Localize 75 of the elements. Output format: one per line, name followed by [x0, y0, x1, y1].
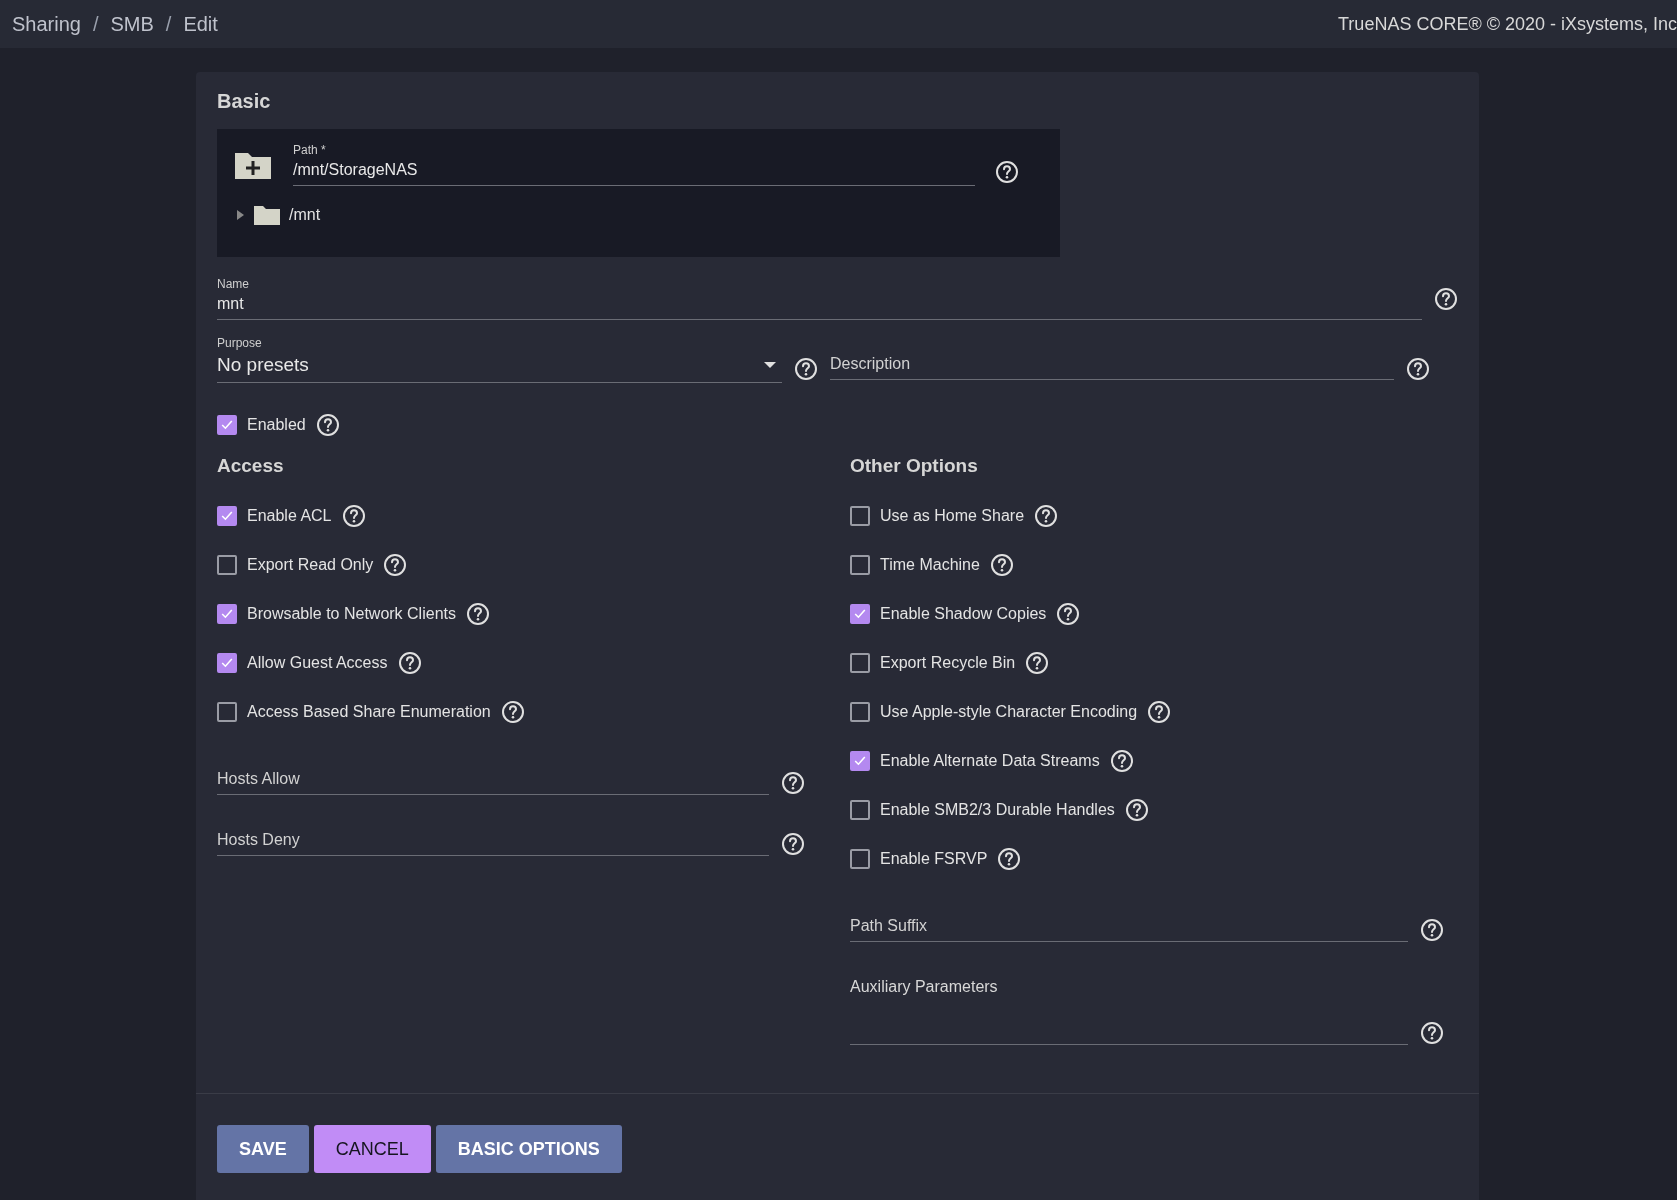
section-title: Access — [217, 455, 285, 477]
help-icon[interactable] — [1420, 917, 1444, 942]
form-button[interactable]: SAVE — [217, 1125, 309, 1173]
help-icon[interactable] — [1124, 797, 1149, 822]
help-icon[interactable] — [500, 699, 525, 724]
help-icon[interactable] — [1434, 286, 1458, 311]
checkbox[interactable] — [217, 701, 237, 722]
checkbox[interactable] — [217, 415, 237, 435]
field-label: Purpose — [217, 336, 263, 350]
checkbox[interactable] — [850, 554, 870, 575]
breadcrumb-separator: / — [92, 12, 99, 36]
field-label: Path * — [293, 143, 327, 157]
help-icon[interactable] — [794, 356, 818, 381]
help-icon[interactable] — [781, 831, 805, 856]
checkbox[interactable] — [217, 554, 237, 575]
help-icon[interactable] — [997, 846, 1022, 871]
help-icon[interactable] — [989, 552, 1014, 577]
help-icon[interactable] — [1109, 748, 1134, 773]
checkbox[interactable] — [850, 652, 870, 673]
checkbox-label: Enable Shadow Copies — [880, 604, 1047, 623]
name-input[interactable]: mnt — [217, 295, 1422, 320]
checkbox[interactable] — [850, 603, 870, 624]
help-icon[interactable] — [1056, 601, 1081, 626]
expand-arrow-icon[interactable] — [235, 210, 245, 220]
checkbox-label: Time Machine — [880, 555, 980, 574]
help-icon[interactable] — [465, 601, 490, 626]
help-icon[interactable] — [1406, 356, 1430, 381]
description-input[interactable]: Description — [830, 355, 1394, 380]
checkbox-label: Allow Guest Access — [247, 653, 388, 672]
help-icon[interactable] — [341, 503, 366, 528]
hosts-input[interactable]: Hosts Allow — [217, 770, 769, 795]
folder-icon — [253, 204, 281, 226]
purpose-select[interactable]: No presets — [217, 354, 782, 383]
help-icon[interactable] — [1025, 650, 1050, 675]
help-icon[interactable] — [781, 770, 805, 795]
checkbox-label: Use as Home Share — [880, 506, 1025, 525]
checkbox[interactable] — [217, 652, 237, 673]
checkbox[interactable] — [850, 750, 870, 771]
section-title: Other Options — [850, 455, 979, 477]
section-title: Basic — [217, 90, 272, 113]
path-suffix-input[interactable]: Path Suffix — [850, 917, 1408, 942]
help-icon[interactable] — [995, 159, 1019, 184]
checkbox-label: Access Based Share Enumeration — [247, 702, 491, 721]
checkbox-label: Export Recycle Bin — [880, 653, 1016, 672]
copyright-text: TrueNAS CORE® © 2020 - iXsystems, Inc — [1338, 13, 1677, 35]
checkbox-label: Enabled — [247, 416, 306, 434]
field-label: Name — [217, 277, 250, 291]
breadcrumb-link[interactable]: Sharing — [12, 12, 81, 36]
help-icon[interactable] — [1420, 1021, 1444, 1045]
checkbox[interactable] — [850, 848, 870, 869]
auxiliary-parameters-textarea[interactable]: Auxiliary Parameters — [850, 978, 1408, 1045]
breadcrumb-link[interactable]: SMB — [110, 12, 154, 36]
checkbox[interactable] — [850, 701, 870, 722]
checkbox-label: Enable Alternate Data Streams — [880, 751, 1100, 770]
checkbox-label: Enable FSRVP — [880, 849, 988, 868]
help-icon[interactable] — [315, 413, 340, 437]
help-icon[interactable] — [1147, 699, 1172, 724]
checkbox[interactable] — [850, 799, 870, 820]
checkbox-label: Browsable to Network Clients — [247, 604, 456, 623]
hosts-input[interactable]: Hosts Deny — [217, 831, 769, 856]
checkbox-label: Use Apple-style Character Encoding — [880, 702, 1138, 721]
form-button[interactable]: CANCEL — [313, 1125, 431, 1173]
checkbox[interactable] — [850, 505, 870, 526]
checkbox[interactable] — [217, 603, 237, 624]
help-icon[interactable] — [383, 552, 408, 577]
checkbox-label: Enable SMB2/3 Durable Handles — [880, 800, 1115, 819]
help-icon[interactable] — [1034, 503, 1059, 528]
folder-name[interactable]: /mnt — [289, 206, 321, 224]
checkbox-label: Export Read Only — [247, 555, 374, 574]
help-icon[interactable] — [397, 650, 422, 675]
checkbox-label: Enable ACL — [247, 506, 332, 525]
checkbox[interactable] — [217, 505, 237, 526]
path-input[interactable]: /mnt/StorageNAS — [293, 161, 975, 186]
form-button[interactable]: BASIC OPTIONS — [435, 1125, 622, 1173]
breadcrumb-separator: / — [165, 12, 172, 36]
